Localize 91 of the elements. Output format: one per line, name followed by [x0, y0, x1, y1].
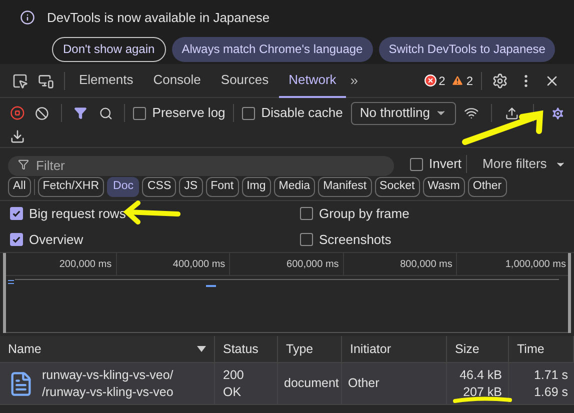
error-icon — [424, 74, 437, 87]
type-filter-chip[interactable]: Wasm — [422, 177, 465, 197]
download-icon[interactable] — [10, 128, 25, 144]
sort-caret-icon — [197, 346, 206, 352]
more-tabs-button[interactable]: » — [350, 70, 358, 91]
clear-icon[interactable] — [34, 106, 49, 120]
request-row[interactable]: runway-vs-kling-vs-veo/ /runway-vs-kling-vs-veo 200 OK document Other 46.4 kB 207 kB 1.71 s 1.69 s — [0, 363, 574, 405]
upload-icon[interactable] — [505, 106, 520, 120]
throttling-dropdown[interactable]: No throttling — [350, 102, 456, 124]
checkbox-label: Screenshots — [319, 230, 392, 248]
panel-tab[interactable]: Console — [143, 64, 211, 98]
column-header[interactable]: Name — [0, 336, 215, 362]
option-checkbox[interactable]: Overview — [10, 230, 300, 249]
time-tick-label: 1,000,000 ms — [505, 258, 566, 272]
panel-tab[interactable]: Network — [278, 64, 346, 98]
checkbox[interactable] — [242, 106, 256, 120]
option-checkbox[interactable]: Screenshots — [300, 230, 564, 249]
checkbox[interactable] — [133, 106, 146, 120]
warning-icon — [451, 74, 464, 87]
filter-icon[interactable] — [74, 106, 87, 120]
record-icon[interactable] — [10, 105, 25, 121]
type-filter-chip[interactable]: Fetch/XHR — [38, 177, 104, 197]
type-filter-chip[interactable]: Manifest — [318, 177, 372, 197]
request-mark — [206, 285, 216, 287]
more-filters-button[interactable]: More filters — [482, 154, 566, 174]
filter-icon — [18, 159, 29, 170]
check-icon — [12, 209, 21, 218]
inspect-icon[interactable] — [12, 72, 28, 88]
type-filter-chip[interactable]: Media — [274, 177, 316, 197]
column-header[interactable]: Time — [509, 336, 574, 362]
type-filter-chip[interactable]: Img — [242, 177, 271, 197]
type-filter-chip[interactable]: All — [8, 177, 31, 197]
checkbox[interactable] — [300, 232, 313, 246]
request-name: runway-vs-kling-vs-veo/ — [42, 366, 174, 384]
column-header[interactable]: Size — [447, 336, 509, 362]
checkbox-label: Overview — [29, 230, 84, 248]
type-cell-text: document — [284, 375, 339, 392]
checkbox-label: Big request rows — [29, 205, 126, 223]
checkbox[interactable] — [10, 207, 23, 220]
banner-button[interactable]: Always match Chrome's language — [172, 36, 373, 62]
option-checkbox[interactable]: Group by frame — [300, 204, 564, 224]
type-filter-chip[interactable]: Socket — [374, 177, 420, 197]
request-path: /runway-vs-kling-vs-veo — [42, 384, 174, 400]
panel-tab[interactable]: Elements — [69, 64, 144, 98]
checkbox[interactable] — [10, 232, 23, 246]
time-tick-label: 600,000 ms — [286, 258, 339, 272]
error-count[interactable]: 2 — [438, 72, 446, 90]
disable-cache-checkbox[interactable]: Disable cache — [242, 103, 343, 123]
transfer-size: 46.4 kB — [460, 366, 502, 384]
search-icon[interactable] — [98, 106, 112, 120]
time-tick-label: 200,000 ms — [59, 258, 112, 272]
column-header[interactable]: Status — [215, 336, 278, 362]
time-tick-label: 400,000 ms — [172, 258, 226, 272]
range-handle[interactable] — [568, 253, 571, 333]
checkbox[interactable] — [300, 207, 313, 220]
checkbox-label: Group by frame — [319, 205, 410, 223]
time-tick-label: 800,000 ms — [400, 258, 452, 272]
checkbox-label: Disable cache — [261, 104, 343, 122]
type-filter-chip[interactable]: Doc — [107, 177, 140, 197]
checkbox-label: Invert — [429, 155, 462, 174]
check-icon — [12, 234, 21, 244]
status-text: OK — [223, 384, 242, 400]
warning-count[interactable]: 2 — [466, 72, 473, 90]
banner-button[interactable]: Switch DevTools to Japanese — [378, 36, 556, 62]
preserve-log-checkbox[interactable]: Preserve log — [133, 103, 226, 123]
checkbox[interactable] — [410, 158, 423, 170]
initiator-cell-text: Other — [348, 375, 380, 392]
banner-message: DevTools is now available in Japanese — [47, 9, 270, 27]
annotation-underline — [453, 396, 512, 403]
status-code: 200 — [223, 366, 245, 384]
range-handle[interactable] — [3, 253, 6, 333]
device-toolbar-icon[interactable] — [38, 72, 54, 88]
type-filter-chip[interactable]: Other — [468, 177, 507, 197]
settings-icon[interactable] — [550, 104, 566, 122]
checkbox-label: Preserve log — [152, 104, 226, 122]
banner-button[interactable]: Don't show again — [52, 36, 166, 62]
latency-cell: 1.69 s — [534, 384, 568, 400]
invert-checkbox[interactable]: Invert — [410, 154, 462, 174]
filter-field[interactable]: Filter — [8, 156, 394, 176]
request-mark — [8, 280, 14, 284]
type-filter-chip[interactable]: CSS — [142, 177, 176, 197]
network-conditions-icon[interactable] — [464, 105, 479, 121]
column-header[interactable]: Type — [278, 336, 342, 362]
type-filter-chip[interactable]: Font — [206, 177, 239, 197]
panel-tab[interactable]: Sources — [210, 64, 279, 98]
resource-size: 207 kB — [463, 384, 502, 400]
time-cell: 1.71 s — [534, 366, 568, 384]
column-header[interactable]: Initiator — [342, 336, 447, 362]
type-filter-chip[interactable]: JS — [179, 177, 203, 197]
option-checkbox[interactable]: Big request rows — [10, 204, 300, 224]
info-icon — [20, 10, 35, 26]
